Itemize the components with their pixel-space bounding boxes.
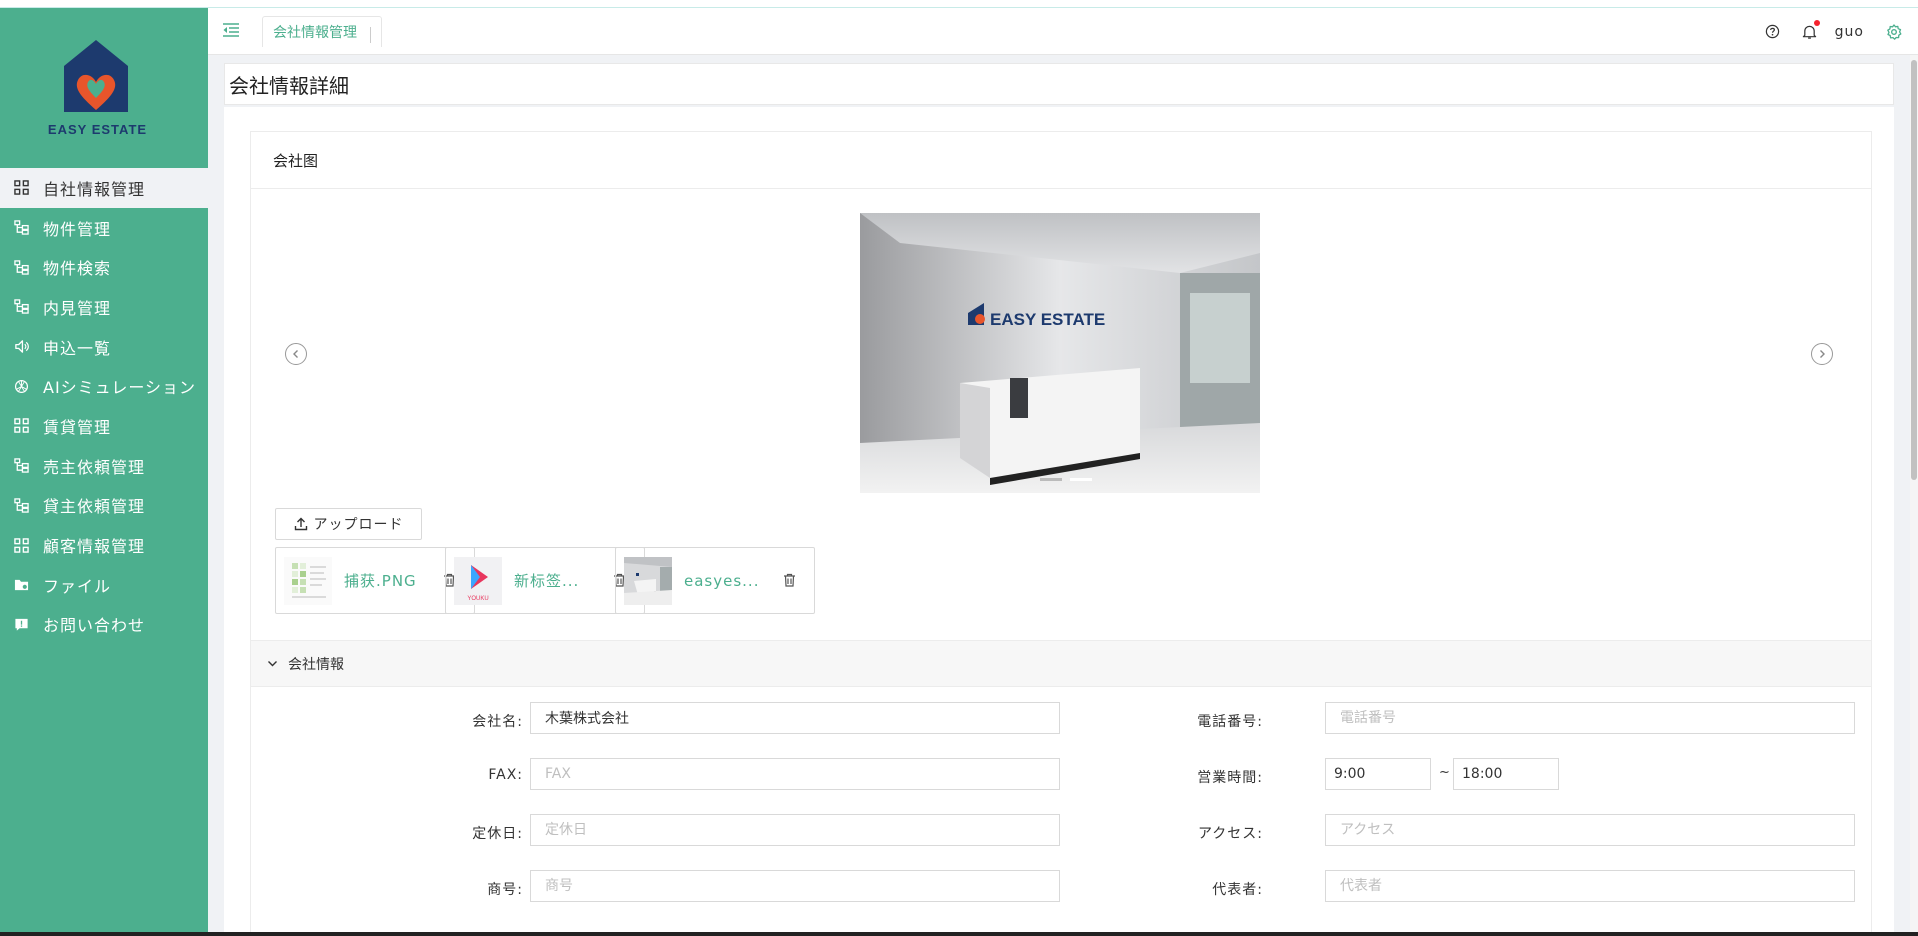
collapse-header[interactable]: 会社情報: [251, 641, 1871, 687]
sidebar-item-viewing[interactable]: 内見管理: [0, 287, 208, 327]
tree-icon: [13, 497, 29, 513]
sidebar-item-ai-simulation[interactable]: AIシミュレーション: [0, 366, 208, 406]
logo[interactable]: EASY ESTATE: [0, 8, 208, 168]
dashboard-icon: [13, 537, 29, 553]
sidebar-item-label: ファイル: [43, 576, 112, 596]
business-hours-label: 営業時間:: [1197, 770, 1263, 786]
openai-icon: [13, 378, 29, 394]
sidebar-item-label: 顧客情報管理: [43, 537, 146, 557]
message-icon: [13, 616, 29, 632]
phone-label: 電話番号:: [1197, 714, 1263, 730]
bottom-border: [0, 932, 1918, 936]
sidebar-item-label: 売主依頼管理: [43, 457, 146, 477]
user-name[interactable]: guo: [1835, 24, 1864, 40]
holiday-field[interactable]: [530, 814, 1060, 846]
file-thumbnail: [284, 556, 332, 605]
file-thumbnail: YOUKU: [454, 556, 502, 605]
folder-icon: [13, 577, 29, 593]
phone-field[interactable]: [1325, 702, 1855, 734]
sidebar-item-landlord-requests[interactable]: 貸主依頼管理: [0, 486, 208, 526]
sidebar-item-label: 内見管理: [43, 298, 112, 318]
top-header: 会社情報管理 guo: [208, 8, 1918, 55]
notification-dot: [1813, 19, 1820, 26]
business-hours-end[interactable]: [1453, 758, 1559, 790]
sidebar-item-rental[interactable]: 賃貸管理: [0, 406, 208, 446]
chevron-down-icon: [268, 661, 277, 667]
sidebar-item-label: 自社情報管理: [43, 179, 146, 199]
section-title: 会社情報: [288, 656, 344, 673]
sidebar-item-seller-requests[interactable]: 売主依頼管理: [0, 446, 208, 486]
dashboard-icon: [13, 180, 29, 196]
representative-field[interactable]: [1325, 870, 1855, 902]
main-content: 会社图 EASY ESTATE アップロード 捕获.PNG YOUKU 新标签.…: [224, 107, 1894, 932]
sidebar-item-label: AIシミュレーション: [43, 378, 197, 398]
gear-icon[interactable]: [1886, 23, 1902, 40]
tree-icon: [13, 259, 29, 275]
company-info-section: 会社情報 会社名: 電話番号: FAX: 営業時間: ~ 定休日: アクセス: …: [250, 640, 1872, 932]
sidebar-item-applications[interactable]: 申込一覧: [0, 327, 208, 367]
logo-mark-icon: [64, 40, 128, 112]
time-separator: ~: [1439, 765, 1450, 780]
sound-icon: [13, 339, 29, 355]
file-name[interactable]: 新标签...: [514, 570, 604, 591]
carousel-image: EASY ESTATE: [860, 213, 1260, 493]
scrollbar-thumb[interactable]: [1911, 60, 1917, 480]
tree-icon: [13, 299, 29, 315]
fax-label: FAX:: [488, 767, 523, 783]
carousel-next-icon[interactable]: [1811, 343, 1833, 365]
file-thumbnail: [624, 556, 672, 605]
sidebar-item-company-info[interactable]: 自社情報管理: [0, 168, 208, 208]
company-name-field[interactable]: [530, 702, 1060, 734]
access-field[interactable]: [1325, 814, 1855, 846]
representative-label: 代表者:: [1212, 882, 1263, 898]
upload-label: アップロード: [313, 517, 404, 533]
company-name-label: 会社名:: [472, 714, 523, 730]
svg-text:EASY ESTATE: EASY ESTATE: [990, 310, 1105, 329]
tree-icon: [13, 458, 29, 474]
upload-icon: [294, 517, 307, 531]
sidebar-item-property-search[interactable]: 物件検索: [0, 247, 208, 287]
business-hours-start[interactable]: [1325, 758, 1431, 790]
company-photo-card: 会社图 EASY ESTATE アップロード 捕获.PNG YOUKU 新标签.…: [250, 131, 1872, 641]
logo-text: EASY ESTATE: [47, 122, 148, 137]
holiday-label: 定休日:: [472, 826, 523, 842]
trade-name-label: 商号:: [487, 882, 523, 898]
sidebar-menu: 自社情報管理 物件管理 物件検索 内見管理 申込一覧 AIシミュレーション 賃貸…: [0, 168, 208, 644]
fax-field[interactable]: [530, 758, 1060, 790]
menu-fold-icon[interactable]: [222, 22, 240, 42]
tree-icon: [13, 220, 29, 236]
sidebar-item-label: お問い合わせ: [43, 616, 146, 636]
page-title: 会社情報詳細: [224, 63, 1894, 105]
trade-name-field[interactable]: [530, 870, 1060, 902]
sidebar: EASY ESTATE 自社情報管理 物件管理 物件検索 内見管理 申込一覧 A…: [0, 8, 208, 932]
file-name[interactable]: 捕获.PNG: [344, 570, 434, 591]
delete-icon[interactable]: [783, 573, 796, 591]
sidebar-item-customers[interactable]: 顧客情報管理: [0, 525, 208, 565]
file-name[interactable]: easyes...: [684, 572, 774, 590]
sidebar-item-label: 物件検索: [43, 259, 112, 279]
sidebar-item-inquiries[interactable]: お問い合わせ: [0, 605, 208, 645]
header-actions: guo: [1743, 8, 1918, 55]
access-label: アクセス:: [1197, 826, 1263, 842]
thumbnail-caption: YOUKU: [467, 596, 488, 602]
card-title: 会社图: [251, 132, 1871, 189]
sidebar-item-files[interactable]: ファイル: [0, 565, 208, 605]
bell-icon[interactable]: [1802, 19, 1820, 40]
tab-company-info[interactable]: 会社情報管理: [262, 16, 382, 47]
help-icon[interactable]: [1765, 24, 1780, 39]
upload-button[interactable]: アップロード: [275, 508, 422, 540]
sidebar-item-label: 申込一覧: [43, 338, 112, 358]
file-item[interactable]: easyes...: [615, 547, 815, 614]
sidebar-item-label: 物件管理: [43, 219, 112, 239]
sidebar-item-label: 賃貸管理: [43, 417, 112, 437]
sidebar-item-label: 貸主依頼管理: [43, 497, 146, 517]
sidebar-item-property[interactable]: 物件管理: [0, 208, 208, 248]
top-border: [0, 0, 1918, 8]
carousel-prev-icon[interactable]: [285, 343, 307, 365]
dashboard-icon: [13, 418, 29, 434]
